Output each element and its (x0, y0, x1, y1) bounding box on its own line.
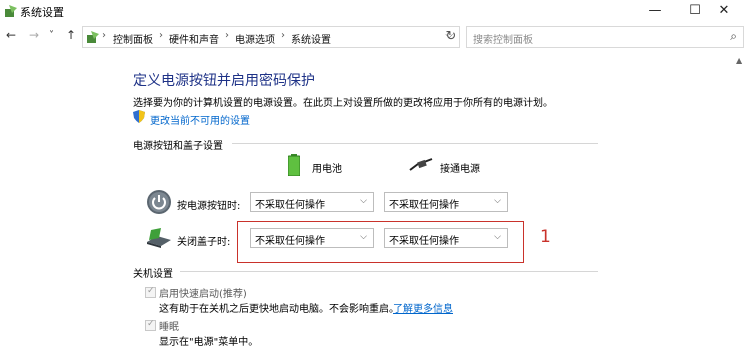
address-bar[interactable]: › 控制面板 › 硬件和声音 › 电源选项 › 系统设置 ⌵ (82, 26, 460, 48)
up-button[interactable]: ↑ (66, 28, 76, 42)
checkmark-icon: ✓ (147, 319, 155, 329)
power-button-action-label: 按电源按钮时: (177, 201, 241, 212)
learn-more-link[interactable]: 了解更多信息 (393, 300, 453, 315)
refresh-button[interactable]: ↻ (440, 26, 462, 48)
breadcrumb-system-settings[interactable]: 系统设置 (291, 31, 331, 46)
section-power-buttons: 电源按钮和盖子设置 (133, 141, 223, 152)
page-title: 定义电源按钮并启用密码保护 (133, 73, 315, 89)
scrollbar-up-arrow[interactable]: ▲ (736, 56, 742, 65)
power-button-plugged-select[interactable]: 不采取任何操作 ⌵ (384, 192, 508, 212)
fast-startup-checkbox[interactable]: ✓ (145, 286, 156, 298)
back-button[interactable]: ← (6, 28, 16, 42)
breadcrumb-power-options[interactable]: 电源选项 (235, 31, 275, 46)
section-shutdown-settings: 关机设置 (133, 269, 173, 280)
power-plug-icon (409, 158, 433, 171)
section-divider (180, 271, 598, 272)
battery-icon (288, 154, 300, 176)
annotation-highlight-box (237, 221, 524, 263)
breadcrumb-separator: › (281, 30, 285, 41)
control-panel-icon (87, 31, 99, 43)
breadcrumb-separator: › (102, 30, 106, 41)
breadcrumb-separator: › (225, 30, 229, 41)
page-description: 选择要为你的计算机设置的电源设置。在此页上对设置所做的更改将应用于你所有的电源计… (133, 98, 553, 109)
window-title: 系统设置 (20, 6, 64, 19)
power-button-battery-select[interactable]: 不采取任何操作 ⌵ (250, 192, 374, 212)
search-box[interactable]: 搜索控制面板 ⌕ (466, 26, 744, 48)
minimize-button[interactable]: — (636, 0, 674, 23)
power-button-icon (147, 190, 171, 214)
breadcrumb-control-panel[interactable]: 控制面板 (113, 31, 153, 46)
breadcrumb-separator: › (159, 30, 163, 41)
chevron-down-icon: ⌵ (494, 196, 501, 206)
column-plugged-in: 接通电源 (440, 164, 480, 175)
section-divider (232, 143, 598, 144)
forward-button[interactable]: → (29, 28, 39, 42)
fast-startup-label: 启用快速启动(推荐) (159, 289, 247, 300)
search-icon[interactable]: ⌕ (730, 29, 737, 44)
laptop-lid-icon (147, 228, 171, 248)
annotation-number: 1 (540, 227, 551, 247)
change-unavailable-settings-link[interactable]: 更改当前不可用的设置 (150, 112, 250, 127)
title-bar: 系统设置 — ☐ ✕ (0, 0, 746, 23)
control-panel-icon (5, 5, 17, 17)
sleep-checkbox[interactable]: ✓ (145, 319, 156, 331)
search-placeholder: 搜索控制面板 (473, 35, 533, 46)
breadcrumb-hardware-sound[interactable]: 硬件和声音 (169, 31, 219, 46)
uac-shield-icon (133, 110, 145, 123)
recent-locations-button[interactable]: ˅ (49, 30, 54, 41)
sleep-label: 睡眠 (159, 322, 179, 333)
column-on-battery: 用电池 (312, 164, 342, 175)
checkmark-icon: ✓ (147, 286, 155, 296)
sleep-note: 显示在"电源"菜单中。 (159, 337, 259, 348)
fast-startup-note: 这有助于在关机之后更快地启动电脑。不会影响重启。 (159, 304, 399, 315)
lid-close-action-label: 关闭盖子时: (177, 237, 231, 248)
chevron-down-icon: ⌵ (360, 196, 367, 206)
close-button[interactable]: ✕ (705, 0, 743, 23)
